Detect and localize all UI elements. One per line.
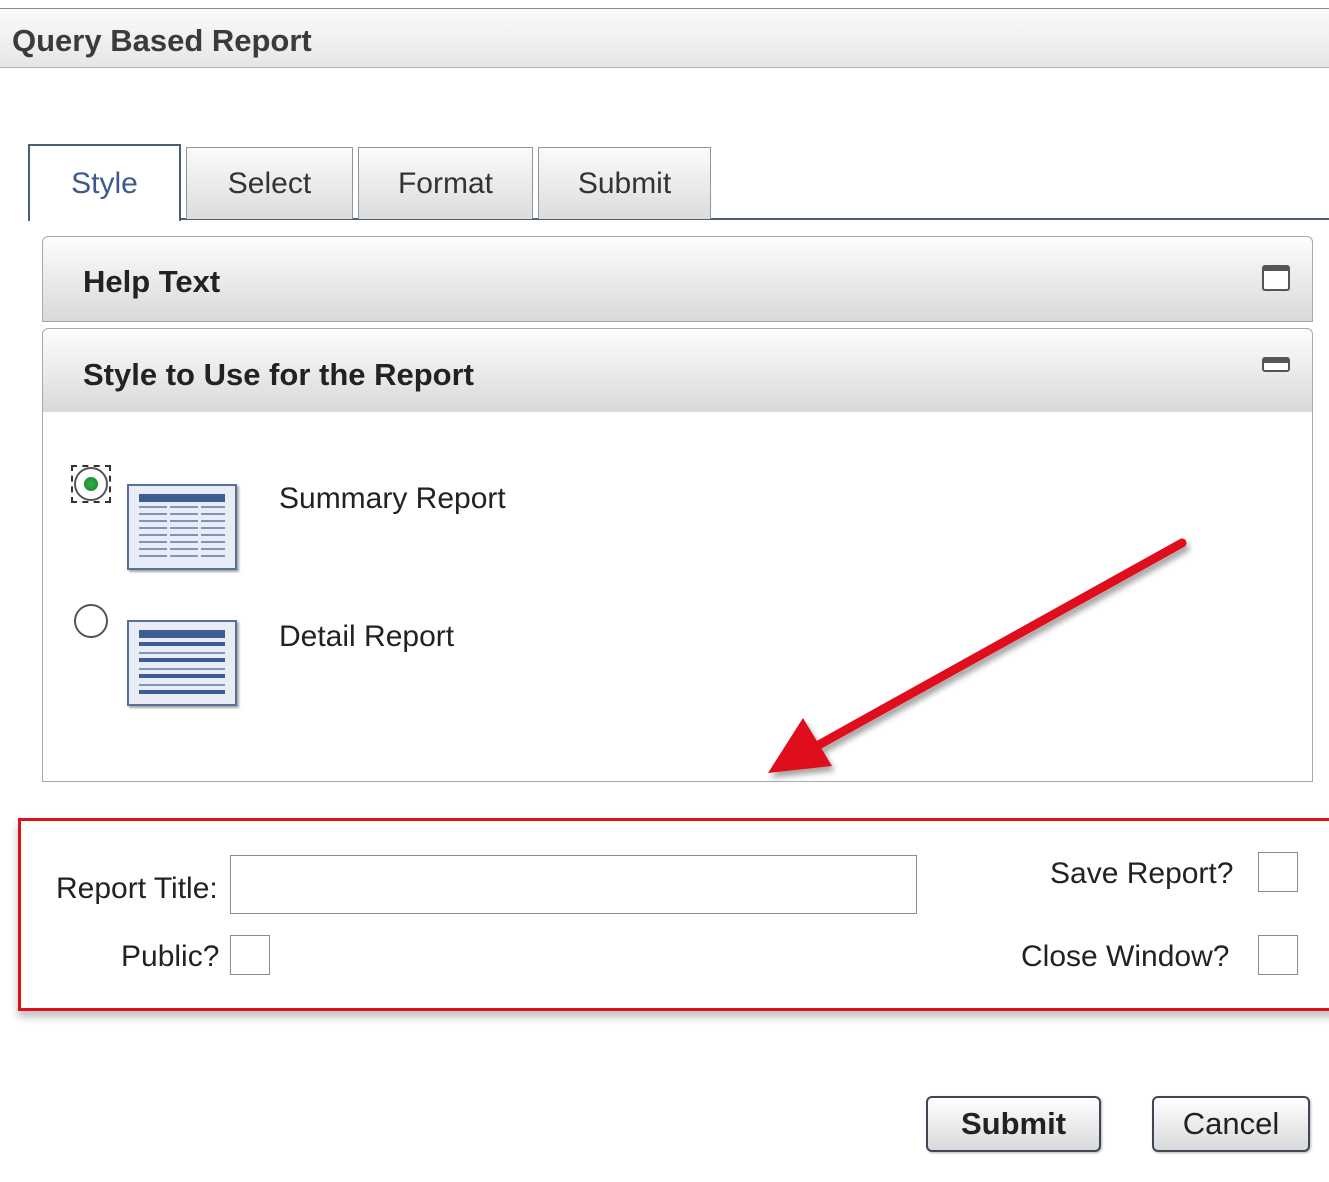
tab-style-label: Style: [71, 166, 138, 200]
submit-button[interactable]: Submit: [926, 1096, 1101, 1152]
close-window-label: Close Window?: [1021, 940, 1230, 973]
save-report-label: Save Report?: [1050, 857, 1234, 890]
report-title-label: Report Title:: [56, 872, 218, 905]
public-checkbox[interactable]: [230, 935, 270, 975]
tab-style[interactable]: Style: [28, 144, 181, 221]
cancel-button-label: Cancel: [1182, 1106, 1280, 1141]
save-report-checkbox[interactable]: [1258, 852, 1298, 892]
submit-button-label: Submit: [960, 1106, 1067, 1141]
public-label: Public?: [121, 940, 220, 973]
report-title-input[interactable]: [230, 855, 917, 914]
close-window-checkbox[interactable]: [1258, 935, 1298, 975]
cancel-button[interactable]: Cancel: [1152, 1096, 1310, 1152]
highlight-box: [18, 818, 1329, 1011]
